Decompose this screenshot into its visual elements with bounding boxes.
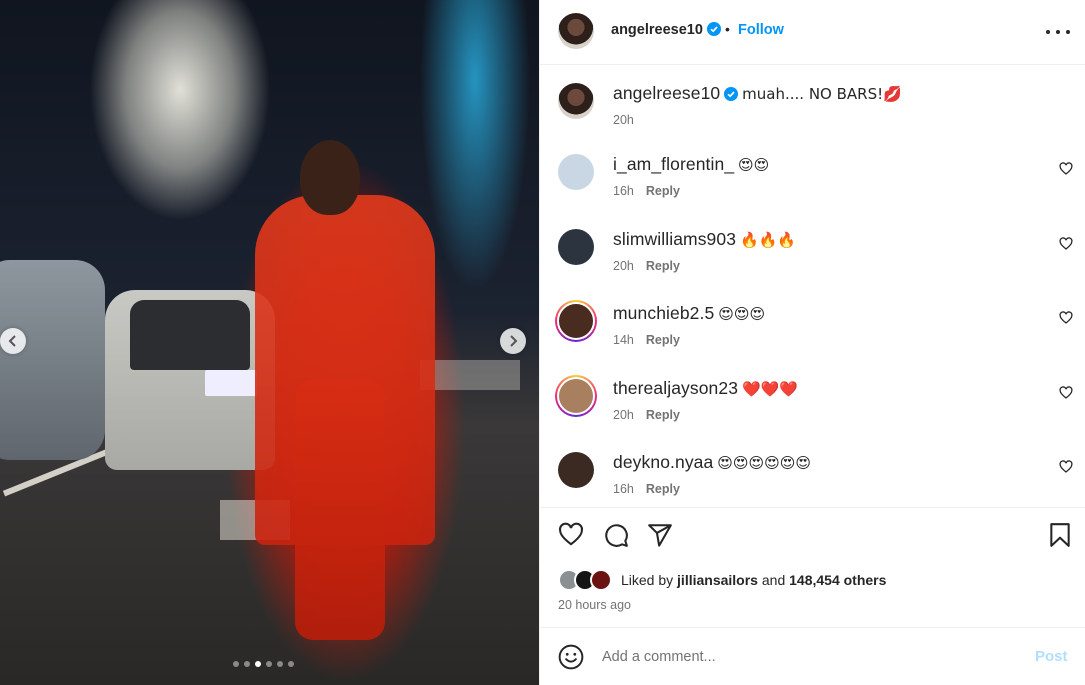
likes-summary: Liked by jilliansailors and 148,454 othe… <box>558 568 886 592</box>
commenter-avatar[interactable] <box>558 452 594 488</box>
comment-meta: 20h Reply <box>613 408 680 422</box>
comment-time[interactable]: 14h <box>613 333 634 347</box>
comment-meta: 16h Reply <box>613 482 680 496</box>
more-horizontal-icon[interactable] <box>1046 22 1070 42</box>
liker-avatar <box>590 569 612 591</box>
comment-meta: 14h Reply <box>613 333 680 347</box>
liker-username[interactable]: jilliansailors <box>677 572 758 588</box>
comments-list[interactable]: angelreese10 muah.... NO BARS!💋 20h i_am… <box>540 66 1085 506</box>
post-actions: Liked by jilliansailors and 148,454 othe… <box>540 507 1085 627</box>
heart-icon[interactable] <box>1059 460 1073 474</box>
author-username[interactable]: angelreese10 <box>611 22 721 38</box>
comment-time[interactable]: 20h <box>613 259 634 273</box>
heart-icon[interactable] <box>1059 386 1073 400</box>
header-separator: • <box>725 21 730 37</box>
comment-body: ❤️❤️❤️ <box>741 380 798 398</box>
bookmark-icon[interactable] <box>1047 522 1073 548</box>
commenter-avatar[interactable] <box>558 229 594 265</box>
caption-text: angelreese10 muah.... NO BARS!💋 <box>613 83 902 104</box>
comment-time[interactable]: 16h <box>613 184 634 198</box>
comment-text: slimwilliams903 🔥🔥🔥 <box>613 229 796 250</box>
commenter-avatar[interactable] <box>558 154 594 190</box>
commenter-avatar[interactable] <box>555 300 597 342</box>
heart-icon[interactable] <box>1059 311 1073 325</box>
commenter-avatar[interactable] <box>555 375 597 417</box>
comment-text: deykno.nyaa 😍😍😍😍😍😍 <box>613 452 811 473</box>
post-image[interactable] <box>0 0 539 685</box>
commenter-username[interactable]: deykno.nyaa <box>613 452 713 472</box>
person-head <box>300 140 360 215</box>
comment-meta: 16h Reply <box>613 184 680 198</box>
comment-row: therealjayson23 ❤️❤️❤️ 20h Reply <box>540 375 1085 452</box>
comment-meta: 20h Reply <box>613 259 680 273</box>
comment-body: 😍😍 <box>738 156 770 174</box>
comment-row: deykno.nyaa 😍😍😍😍😍😍 16h Reply <box>540 452 1085 506</box>
caption-meta: 20h <box>613 113 634 127</box>
chevron-right-icon <box>510 335 518 347</box>
carousel-dot <box>277 661 283 667</box>
comment-text: i_am_florentin_ 😍😍 <box>613 154 769 175</box>
carousel-dot <box>244 661 250 667</box>
commenter-username[interactable]: therealjayson23 <box>613 378 738 398</box>
add-comment-bar: Post <box>540 627 1085 685</box>
comment-icon[interactable] <box>603 522 629 548</box>
post-timestamp[interactable]: 20 hours ago <box>558 598 631 612</box>
comment-row: i_am_florentin_ 😍😍 16h Reply <box>540 154 1085 228</box>
commenter-username[interactable]: slimwilliams903 <box>613 229 736 249</box>
carousel-dot <box>288 661 294 667</box>
carousel-dot <box>233 661 239 667</box>
comment-body: 🔥🔥🔥 <box>739 231 796 249</box>
license-plate <box>205 370 257 396</box>
caption-body: muah.... NO BARS!💋 <box>742 85 902 103</box>
reply-button[interactable]: Reply <box>646 408 680 422</box>
author-avatar[interactable] <box>558 13 594 49</box>
reply-button[interactable]: Reply <box>646 259 680 273</box>
reply-button[interactable]: Reply <box>646 184 680 198</box>
author-avatar[interactable] <box>558 83 594 119</box>
car-window <box>130 300 250 370</box>
commenter-username[interactable]: munchieb2.5 <box>613 303 714 323</box>
post-header: angelreese10 • Follow <box>540 0 1085 65</box>
carousel-dot <box>266 661 272 667</box>
carousel-next-button[interactable] <box>500 328 526 354</box>
likes-count[interactable]: 148,454 others <box>789 572 886 588</box>
post-comment-button[interactable]: Post <box>1035 648 1068 665</box>
share-icon[interactable] <box>647 522 673 548</box>
road-marking <box>420 360 520 390</box>
heart-icon[interactable] <box>1059 237 1073 251</box>
person-red-pants <box>295 380 385 640</box>
comment-row: munchieb2.5 😍😍😍 14h Reply <box>540 300 1085 377</box>
caption-username[interactable]: angelreese10 <box>613 83 720 103</box>
comment-text: therealjayson23 ❤️❤️❤️ <box>613 378 798 399</box>
comment-body: 😍😍😍😍😍😍 <box>717 454 812 472</box>
carousel-dot <box>255 661 261 667</box>
chevron-left-icon <box>8 335 16 347</box>
caption: angelreese10 muah.... NO BARS!💋 20h <box>540 83 1085 157</box>
commenter-username[interactable]: i_am_florentin_ <box>613 154 734 174</box>
reply-button[interactable]: Reply <box>646 333 680 347</box>
verified-badge-icon <box>724 87 739 101</box>
comment-time[interactable]: 16h <box>613 482 634 496</box>
heart-icon[interactable] <box>1059 162 1073 176</box>
carousel-prev-button[interactable] <box>0 328 26 354</box>
heart-icon[interactable] <box>558 522 584 548</box>
reply-button[interactable]: Reply <box>646 482 680 496</box>
caption-time[interactable]: 20h <box>613 113 634 127</box>
comment-input[interactable] <box>602 646 1002 668</box>
carousel-dots <box>233 661 294 667</box>
liker-avatars[interactable] <box>558 569 618 591</box>
verified-badge-icon <box>706 22 721 36</box>
comment-text: munchieb2.5 😍😍😍 <box>613 303 765 324</box>
emoji-icon[interactable] <box>558 644 584 670</box>
likes-text: Liked by jilliansailors and 148,454 othe… <box>621 572 887 588</box>
car-left <box>0 260 105 460</box>
post-side-panel: angelreese10 • Follow angelreese10 muah.… <box>539 0 1085 685</box>
comment-time[interactable]: 20h <box>613 408 634 422</box>
comment-row: slimwilliams903 🔥🔥🔥 20h Reply <box>540 229 1085 303</box>
comment-body: 😍😍😍 <box>718 305 766 323</box>
follow-button[interactable]: Follow <box>738 22 784 38</box>
